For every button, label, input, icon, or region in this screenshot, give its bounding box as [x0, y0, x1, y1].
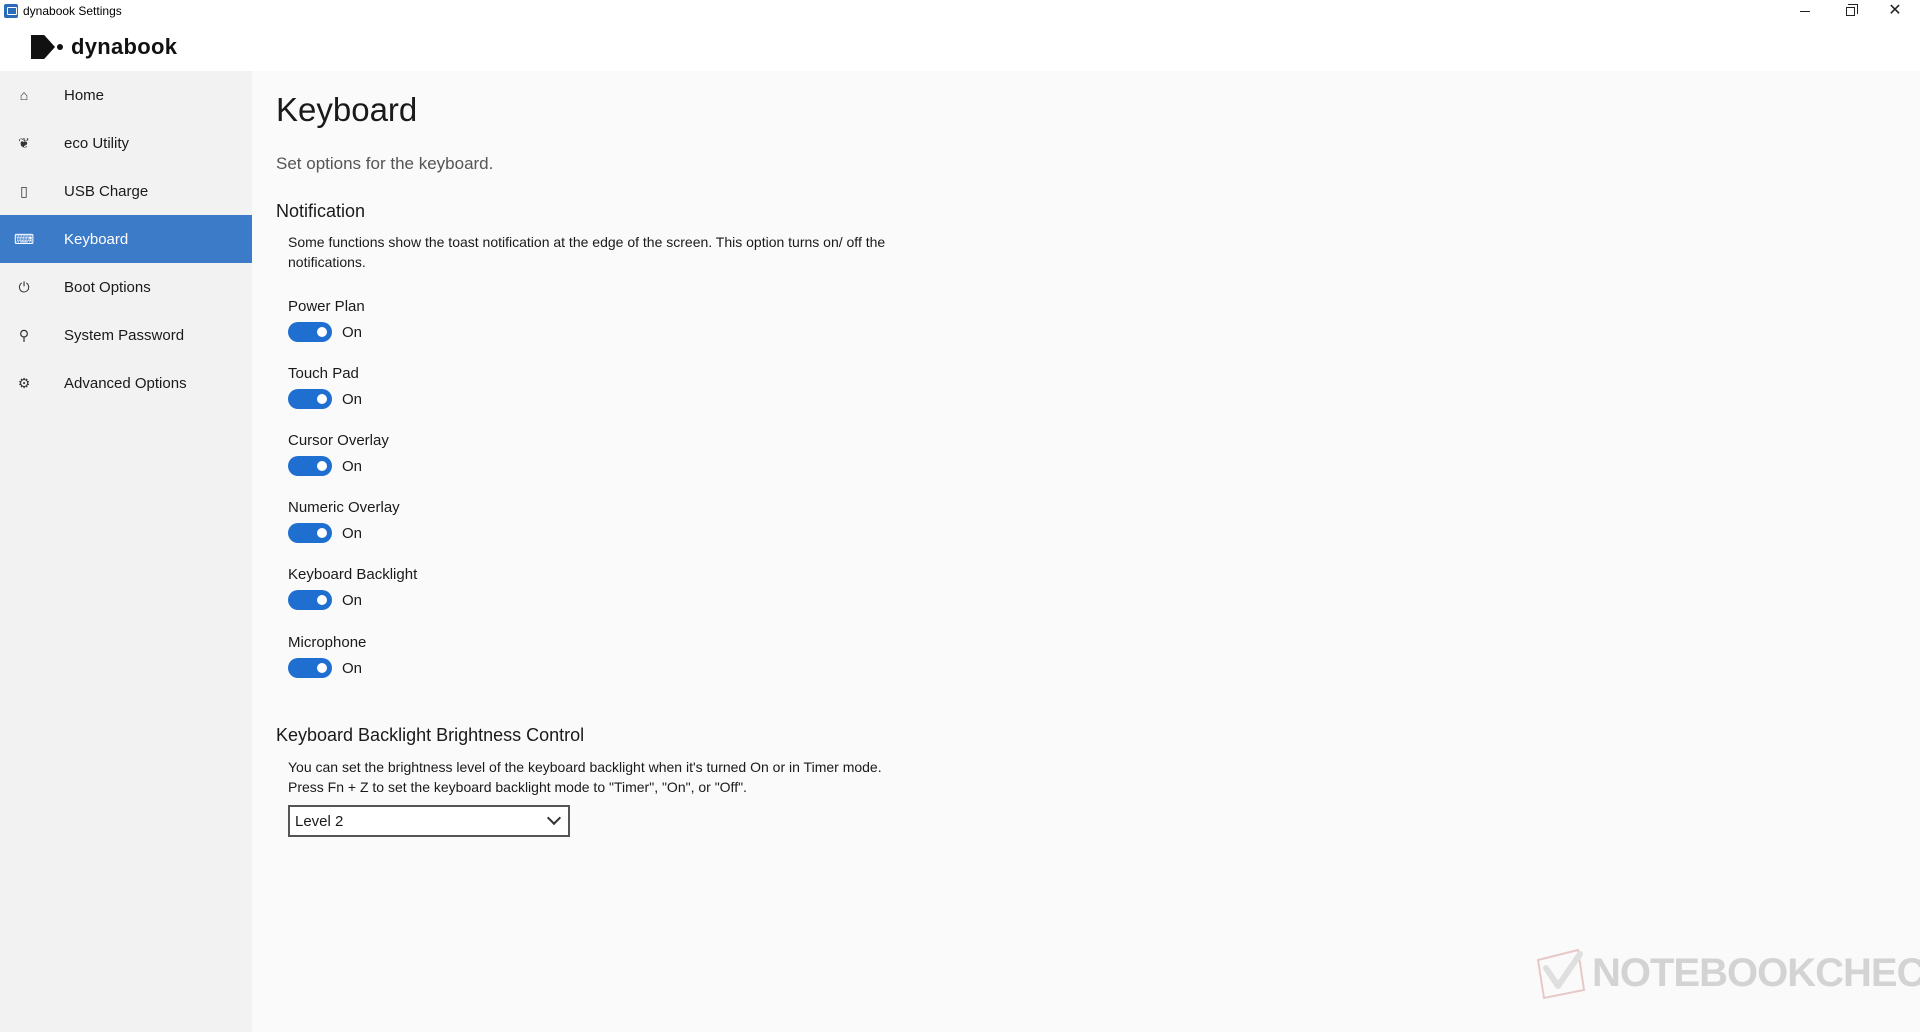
sidebar-item-eco-utility[interactable]: ❦ eco Utility	[0, 119, 252, 167]
sidebar-item-label: System Password	[64, 326, 185, 344]
brightness-level-select[interactable]: Level 2	[288, 805, 570, 837]
sidebar-item-system-password[interactable]: ⚲ System Password	[0, 311, 252, 359]
numeric-overlay-toggle[interactable]	[288, 523, 332, 543]
toggle-state: On	[342, 525, 363, 542]
toggle-label: Numeric Overlay	[288, 499, 400, 516]
toggle-state: On	[342, 324, 363, 341]
touch-pad-toggle[interactable]	[288, 389, 332, 409]
logo-text: dynabook	[71, 34, 178, 59]
brand-logo: dynabook	[31, 34, 177, 60]
sidebar: ⌂ Home ❦ eco Utility ▯ USB Charge ⌨ Keyb…	[0, 71, 252, 1032]
page-subtitle: Set options for the keyboard.	[276, 154, 494, 173]
brightness-level-value: Level 2	[295, 813, 344, 830]
toggle-state: On	[342, 458, 363, 475]
microphone-toggle[interactable]	[288, 658, 332, 678]
sidebar-item-label: Advanced Options	[64, 374, 187, 392]
toggle-label: Power Plan	[288, 298, 365, 315]
page-title: Keyboard	[276, 91, 418, 128]
sidebar-item-label: eco Utility	[64, 134, 130, 152]
sidebar-item-label: Home	[64, 86, 105, 104]
gear-icon: ⚙	[17, 374, 31, 391]
watermark-text: NOTEBOOKCHECK	[1592, 950, 1920, 995]
watermark: NOTEBOOKCHECK	[1534, 946, 1920, 1000]
usb-icon: ▯	[20, 182, 28, 199]
sidebar-item-usb-charge[interactable]: ▯ USB Charge	[0, 167, 252, 215]
sidebar-item-advanced-options[interactable]: ⚙ Advanced Options	[0, 359, 252, 407]
toggle-state: On	[342, 660, 363, 677]
keyboard-backlight-toggle[interactable]	[288, 590, 332, 610]
app-icon	[4, 4, 18, 18]
logo-mark-icon	[31, 35, 55, 59]
cursor-overlay-toggle[interactable]	[288, 456, 332, 476]
notification-section-title: Notification	[276, 201, 366, 221]
toggle-label: Touch Pad	[288, 365, 359, 382]
backlight-section-title: Keyboard Backlight Brightness Control	[276, 725, 585, 745]
toggle-state: On	[342, 592, 363, 609]
backlight-description: You can set the brightness level of the …	[288, 759, 882, 795]
checkmark-logo-icon	[1536, 948, 1586, 1000]
power-plan-toggle[interactable]	[288, 322, 332, 342]
restore-icon	[1845, 3, 1858, 16]
sidebar-item-home[interactable]: ⌂ Home	[0, 71, 252, 119]
leaf-icon: ❦	[18, 134, 30, 151]
close-icon: ✕	[1888, 2, 1902, 19]
sidebar-item-boot-options[interactable]: ⏻ Boot Options	[0, 263, 252, 311]
toggle-label: Cursor Overlay	[288, 432, 389, 449]
key-icon: ⚲	[18, 326, 30, 343]
keyboard-icon: ⌨	[13, 230, 35, 247]
toggle-label: Microphone	[288, 634, 367, 651]
toggle-state: On	[342, 391, 363, 408]
home-icon: ⌂	[19, 87, 29, 103]
sidebar-item-label: Boot Options	[64, 278, 151, 296]
title-bar: dynabook Settings ✕	[0, 0, 1920, 22]
logo-dot	[57, 44, 63, 50]
notification-description: Some functions show the toast notificati…	[288, 234, 886, 270]
restore-button[interactable]	[1827, 0, 1873, 22]
toggle-label: Keyboard Backlight	[288, 566, 418, 583]
close-button[interactable]: ✕	[1872, 0, 1918, 22]
sidebar-item-keyboard[interactable]: ⌨ Keyboard	[0, 215, 252, 263]
chevron-down-icon	[546, 810, 562, 826]
minimize-icon	[1800, 10, 1810, 12]
sidebar-item-label: Keyboard	[64, 230, 129, 248]
minimize-button[interactable]	[1782, 0, 1828, 22]
sidebar-item-label: USB Charge	[64, 182, 149, 200]
power-icon: ⏻	[18, 278, 30, 295]
window-title: dynabook Settings	[23, 4, 122, 18]
main-content: Keyboard Set options for the keyboard. N…	[252, 71, 1920, 1032]
